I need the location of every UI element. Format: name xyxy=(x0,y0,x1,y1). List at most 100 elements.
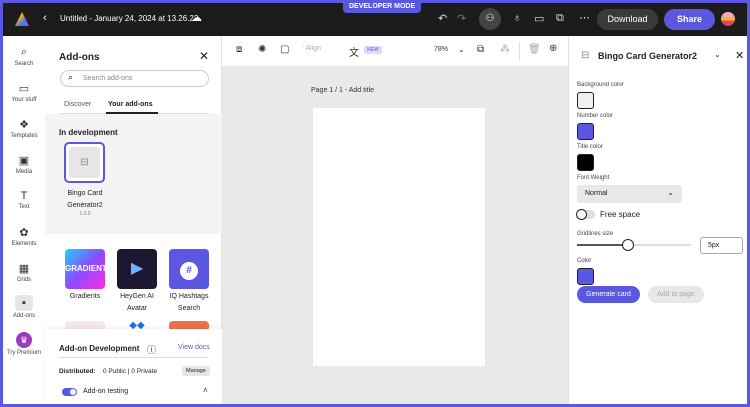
cloud-icon[interactable]: ☁ xyxy=(191,11,202,24)
zoom-level[interactable]: 78% xyxy=(434,46,448,53)
add-on-testing-toggle[interactable] xyxy=(62,388,77,396)
add-on-icon: ⊟ xyxy=(581,50,590,61)
add-icon[interactable]: ⊕ xyxy=(549,43,557,54)
download-button[interactable]: Download xyxy=(597,9,658,30)
background-color-label: Background color xyxy=(577,82,624,88)
add-on-development-footer: Add-on Development ⓘ View docs Distribut… xyxy=(45,329,222,404)
media-icon: ▣ xyxy=(18,155,30,167)
elements-icon: ✿ xyxy=(19,227,29,239)
rail-item-try-premium[interactable]: ♛ Try Premium xyxy=(3,332,45,356)
shape-icon[interactable]: ▢ xyxy=(280,44,289,55)
background-color-swatch[interactable] xyxy=(577,92,594,109)
add-ons-panel: Add-ons ✕ Search add-ons ⌕ Discover Your… xyxy=(45,36,222,404)
top-bar: DEVELOPER MODE ‹ Untitled - January 24, … xyxy=(3,3,747,36)
search-input[interactable]: Search add-ons xyxy=(60,70,209,87)
comment-icon[interactable]: ▭ xyxy=(534,12,544,25)
rail-item-your-stuff[interactable]: ▭ Your stuff xyxy=(3,82,45,103)
title-color-swatch[interactable] xyxy=(577,154,594,171)
divider xyxy=(59,357,208,358)
chevron-up-icon[interactable]: ˄ xyxy=(203,386,208,395)
plugin-panel: ⊟ Bingo Card Generator2 ⌄ ✕ Background c… xyxy=(568,36,747,404)
invite-icon[interactable]: ⚇ xyxy=(479,8,501,30)
distributed-label: Distributed: xyxy=(59,368,96,375)
align-button[interactable]: ⫶ Align xyxy=(302,45,321,53)
view-docs-link[interactable]: View docs xyxy=(178,344,210,351)
app-window: DEVELOPER MODE ‹ Untitled - January 24, … xyxy=(3,3,747,404)
app-name-heygen: HeyGen AI Avatar xyxy=(120,293,154,312)
tab-discover[interactable]: Discover xyxy=(64,101,91,108)
tab-your-add-ons[interactable]: Your add-ons xyxy=(108,101,153,108)
new-badge: NEW xyxy=(364,46,382,54)
chevron-down-icon[interactable]: ⌄ xyxy=(714,50,721,59)
page-label[interactable]: Page 1 / 1 - Add title xyxy=(311,87,374,94)
manage-button[interactable]: Manage xyxy=(182,366,210,376)
search-icon: ⌕ xyxy=(20,46,28,58)
arrange-icon[interactable]: ⁂ xyxy=(500,44,510,55)
generate-card-button[interactable]: Generate card xyxy=(577,286,640,303)
distributed-value: 0 Public | 0 Private xyxy=(103,368,158,375)
templates-icon: ❖ xyxy=(19,119,29,131)
number-color-label: Number color xyxy=(577,113,614,119)
rail-item-text[interactable]: T Text xyxy=(3,190,45,210)
chevron-down-icon[interactable]: ⌄ xyxy=(458,45,465,54)
color-swatch[interactable] xyxy=(577,268,594,285)
info-icon[interactable]: ⓘ xyxy=(147,343,156,356)
palette-icon[interactable]: ✺ xyxy=(258,44,266,55)
rail-item-add-ons[interactable]: ▪ Add-ons xyxy=(3,295,45,319)
slider-handle[interactable] xyxy=(622,239,635,251)
resize-icon[interactable]: ⧈ xyxy=(236,44,242,55)
add-ons-icon: ▪ xyxy=(15,295,33,311)
pages-icon[interactable]: ⧉ xyxy=(477,44,484,55)
chevron-down-icon: ⌄ xyxy=(667,188,674,197)
font-weight-select[interactable]: Normal ⌄ xyxy=(577,185,682,203)
gridlines-size-label: Gridlines size xyxy=(577,231,614,237)
rail-item-search[interactable]: ⌕ Search xyxy=(3,46,45,67)
number-color-swatch[interactable] xyxy=(577,123,594,140)
close-icon[interactable]: ✕ xyxy=(199,49,209,63)
undo-icon[interactable]: ↶ xyxy=(438,12,447,25)
adobe-express-logo[interactable] xyxy=(15,12,29,26)
add-to-page-button[interactable]: Add to page xyxy=(648,286,704,303)
free-space-label: Free space xyxy=(600,210,641,219)
folder-icon: ▭ xyxy=(18,83,30,95)
add-on-icon: ⊟ xyxy=(69,147,100,178)
rail-item-media[interactable]: ▣ Media xyxy=(3,154,45,175)
rail-item-elements[interactable]: ✿ Elements xyxy=(3,226,45,247)
divider xyxy=(519,42,520,60)
app-name-gradients: Gradients xyxy=(69,293,101,300)
redo-icon[interactable]: ↷ xyxy=(457,12,466,25)
panel-title: Add-ons xyxy=(59,52,100,63)
left-rail: ⌕ Search ▭ Your stuff ❖ Templates ▣ Media TT… xyxy=(3,36,45,404)
app-name-iq-hashtags: IQ Hashtags Search xyxy=(169,293,209,312)
plugin-title: Bingo Card Generator2 xyxy=(598,51,698,61)
rail-item-templates[interactable]: ❖ Templates xyxy=(3,118,45,139)
dev-add-on-name: Bingo Card Generator2 xyxy=(67,190,103,209)
developer-mode-badge: DEVELOPER MODE xyxy=(343,3,422,13)
avatar[interactable] xyxy=(721,12,735,26)
close-icon[interactable]: ✕ xyxy=(735,49,744,62)
lightbulb-icon[interactable]: ♁ xyxy=(513,12,521,24)
heygen-app-icon[interactable]: ▶ xyxy=(117,249,157,289)
title-color-label: Title color xyxy=(577,144,603,150)
gridlines-size-input[interactable]: 5px xyxy=(700,237,743,254)
gridlines-slider[interactable] xyxy=(577,239,691,251)
dev-add-on-card[interactable]: ⊟ xyxy=(64,142,105,183)
iq-hashtags-app-icon[interactable]: # xyxy=(169,249,209,289)
gradients-app-icon[interactable]: GRADIENTS xyxy=(65,249,112,289)
dev-footer-title: Add-on Development xyxy=(59,344,140,353)
crown-icon: ♛ xyxy=(16,332,32,348)
font-weight-label: Font Weight xyxy=(577,175,610,181)
share-button[interactable]: Share xyxy=(664,9,715,30)
text-icon: T xyxy=(20,190,28,202)
grids-icon: ▦ xyxy=(18,263,30,275)
more-icon[interactable]: ⋯ xyxy=(579,11,590,24)
rail-item-grids[interactable]: ▦ Grids xyxy=(3,262,45,283)
comments-icon[interactable]: ⧉ xyxy=(556,12,564,25)
page-canvas[interactable] xyxy=(313,108,485,366)
translate-icon[interactable]: 文 xyxy=(349,44,359,59)
back-icon[interactable]: ‹ xyxy=(43,12,47,24)
trash-icon[interactable]: 🗑 xyxy=(528,44,541,55)
free-space-toggle[interactable] xyxy=(576,209,595,220)
document-title[interactable]: Untitled - January 24, 2024 at 13.26.22 xyxy=(60,14,198,23)
add-on-testing-label: Add-on testing xyxy=(83,388,129,395)
